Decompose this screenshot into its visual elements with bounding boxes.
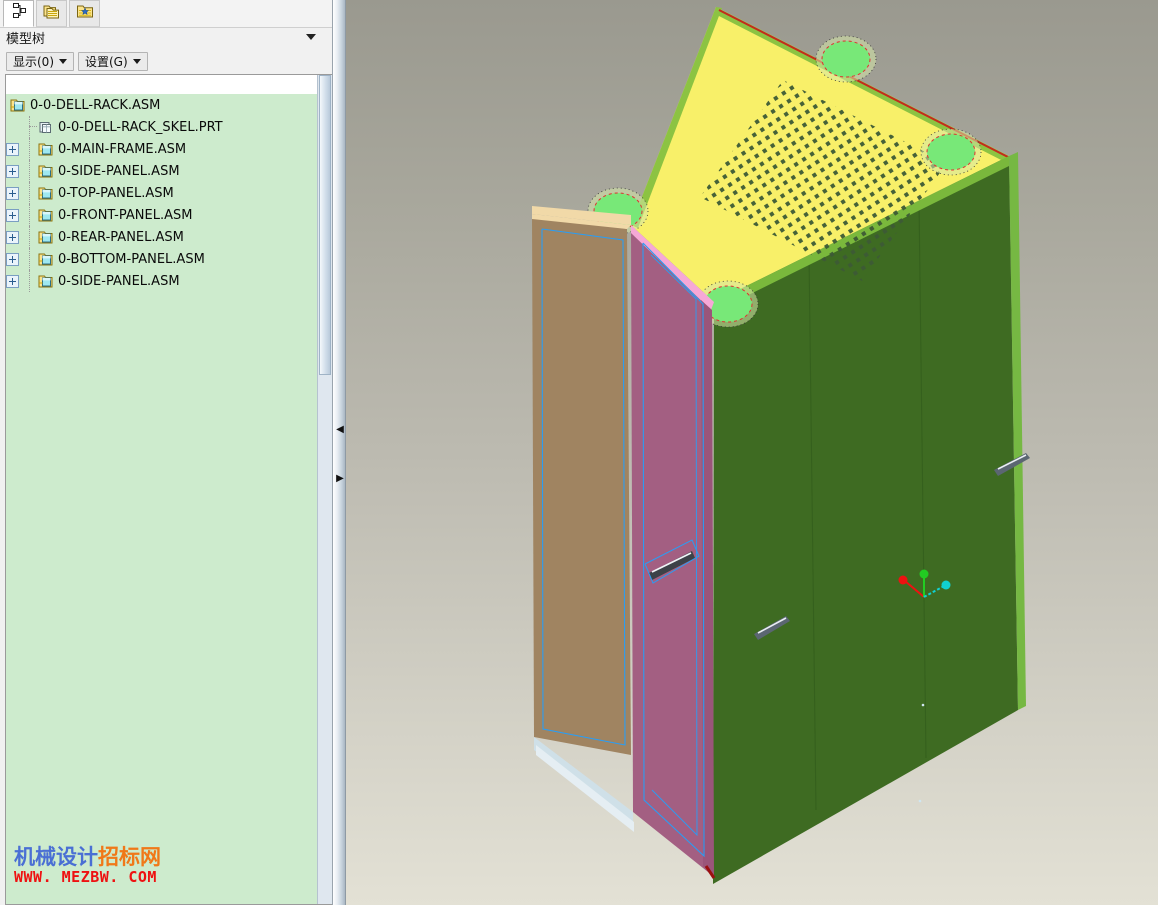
tree-item-0-front-panel-asm[interactable]: 0-FRONT-PANEL.ASM — [6, 204, 332, 226]
creo-application-window: 模型树 显示(0) 设置(G) 0-0-DELL-RACK.ASM 0-0-DEL… — [0, 0, 1158, 905]
tree-item-0-top-panel-asm[interactable]: 0-TOP-PANEL.ASM — [6, 182, 332, 204]
part-icon — [38, 120, 54, 135]
tree-connector — [22, 116, 38, 138]
tree-item-label: 0-BOTTOM-PANEL.ASM — [58, 251, 205, 267]
panel-splitter[interactable]: ◀ ▶ — [332, 0, 346, 905]
rear-panel-mark — [921, 703, 925, 707]
assembly-icon — [38, 252, 54, 267]
lifting-eye-1 — [815, 35, 877, 83]
tree-item-label: 0-SIDE-PANEL.ASM — [58, 273, 180, 289]
navigator-tab-strip — [0, 0, 332, 28]
settings-dropdown-label: 设置(G) — [85, 54, 128, 69]
model-tree-list[interactable]: 0-0-DELL-RACK.ASM 0-0-DELL-RACK_SKEL.PRT 0… — [6, 94, 332, 904]
expand-toggle-icon[interactable] — [6, 274, 19, 288]
assembly-icon — [38, 208, 54, 223]
tree-item-label: 0-0-DELL-RACK.ASM — [30, 97, 161, 113]
show-dropdown-button[interactable]: 显示(0) — [6, 51, 74, 71]
model-tree-icon — [10, 2, 28, 25]
expand-toggle-icon[interactable] — [6, 230, 19, 244]
bottom-edge-strip-2 — [536, 745, 634, 832]
folder-star-icon — [76, 3, 94, 24]
show-dropdown-label: 显示(0) — [13, 54, 54, 69]
tree-connector — [22, 204, 38, 226]
tree-item-label: 0-MAIN-FRAME.ASM — [58, 141, 187, 157]
collapse-left-arrow-icon[interactable]: ◀ — [335, 423, 345, 437]
tree-item-0-side-panel-asm[interactable]: 0-SIDE-PANEL.ASM — [6, 160, 332, 182]
lifting-eye-2 — [920, 128, 982, 176]
tree-vertical-scrollbar[interactable] — [317, 75, 332, 904]
tree-item-0-rear-panel-asm[interactable]: 0-REAR-PANEL.ASM — [6, 226, 332, 248]
axis-z-marker — [941, 580, 951, 590]
model-tree-panel: 0-0-DELL-RACK.ASM 0-0-DELL-RACK_SKEL.PRT 0… — [5, 74, 332, 905]
expand-toggle-icon[interactable] — [6, 252, 19, 266]
tree-item-label: 0-REAR-PANEL.ASM — [58, 229, 184, 245]
tree-connector — [22, 226, 38, 248]
expand-toggle-icon[interactable] — [6, 208, 19, 222]
chevron-down-icon — [59, 58, 67, 64]
chevron-down-icon[interactable] — [306, 34, 316, 40]
assembly-icon — [38, 142, 54, 157]
model-tree-toolbar: 显示(0) 设置(G) — [0, 50, 332, 72]
tree-item-label: 0-SIDE-PANEL.ASM — [58, 163, 180, 179]
assembly-icon — [38, 274, 54, 289]
tree-item-label: 0-TOP-PANEL.ASM — [58, 185, 174, 201]
left-side-panel-face — [532, 214, 631, 755]
collapse-right-arrow-icon[interactable]: ▶ — [335, 472, 345, 486]
assembly-icon — [38, 186, 54, 201]
expand-toggle-icon[interactable] — [6, 142, 19, 156]
settings-dropdown-button[interactable]: 设置(G) — [78, 51, 148, 71]
page-title: 模型树 — [6, 32, 46, 47]
tree-connector — [22, 160, 38, 182]
rack-3d-model — [532, 7, 1030, 884]
tree-connector — [22, 138, 38, 160]
axis-y-marker — [919, 569, 929, 579]
tree-item-0-side-panel-asm[interactable]: 0-SIDE-PANEL.ASM — [6, 270, 332, 292]
folder-stack-icon — [43, 3, 61, 24]
folders-tab[interactable] — [36, 0, 67, 27]
favorites-tab[interactable] — [69, 0, 100, 27]
tree-connector — [22, 248, 38, 270]
tree-item-label: 0-0-DELL-RACK_SKEL.PRT — [58, 119, 223, 135]
graphics-viewport[interactable] — [346, 0, 1158, 905]
expand-toggle-icon[interactable] — [6, 186, 19, 200]
tree-item-0-0-dell-rack-asm[interactable]: 0-0-DELL-RACK.ASM — [6, 94, 332, 116]
tree-item-label: 0-FRONT-PANEL.ASM — [58, 207, 193, 223]
tree-connector — [22, 182, 38, 204]
expand-toggle-icon[interactable] — [6, 164, 19, 178]
tree-item-0-bottom-panel-asm[interactable]: 0-BOTTOM-PANEL.ASM — [6, 248, 332, 270]
tree-item-0-0-dell-rack-skel-prt[interactable]: 0-0-DELL-RACK_SKEL.PRT — [6, 116, 332, 138]
assembly-icon — [10, 98, 26, 113]
model-tree-header: 模型树 — [0, 28, 332, 50]
rear-panel-mark — [918, 799, 922, 803]
left-dock-panel: 模型树 显示(0) 设置(G) 0-0-DELL-RACK.ASM 0-0-DEL… — [0, 0, 332, 905]
axis-x-marker — [898, 575, 908, 585]
assembly-icon — [38, 164, 54, 179]
tree-scrollbar-thumb[interactable] — [319, 75, 331, 375]
model-tree-tab[interactable] — [3, 0, 34, 27]
chevron-down-icon — [132, 58, 141, 64]
tree-item-0-main-frame-asm[interactable]: 0-MAIN-FRAME.ASM — [6, 138, 332, 160]
assembly-icon — [38, 230, 54, 245]
tree-connector — [22, 270, 38, 292]
